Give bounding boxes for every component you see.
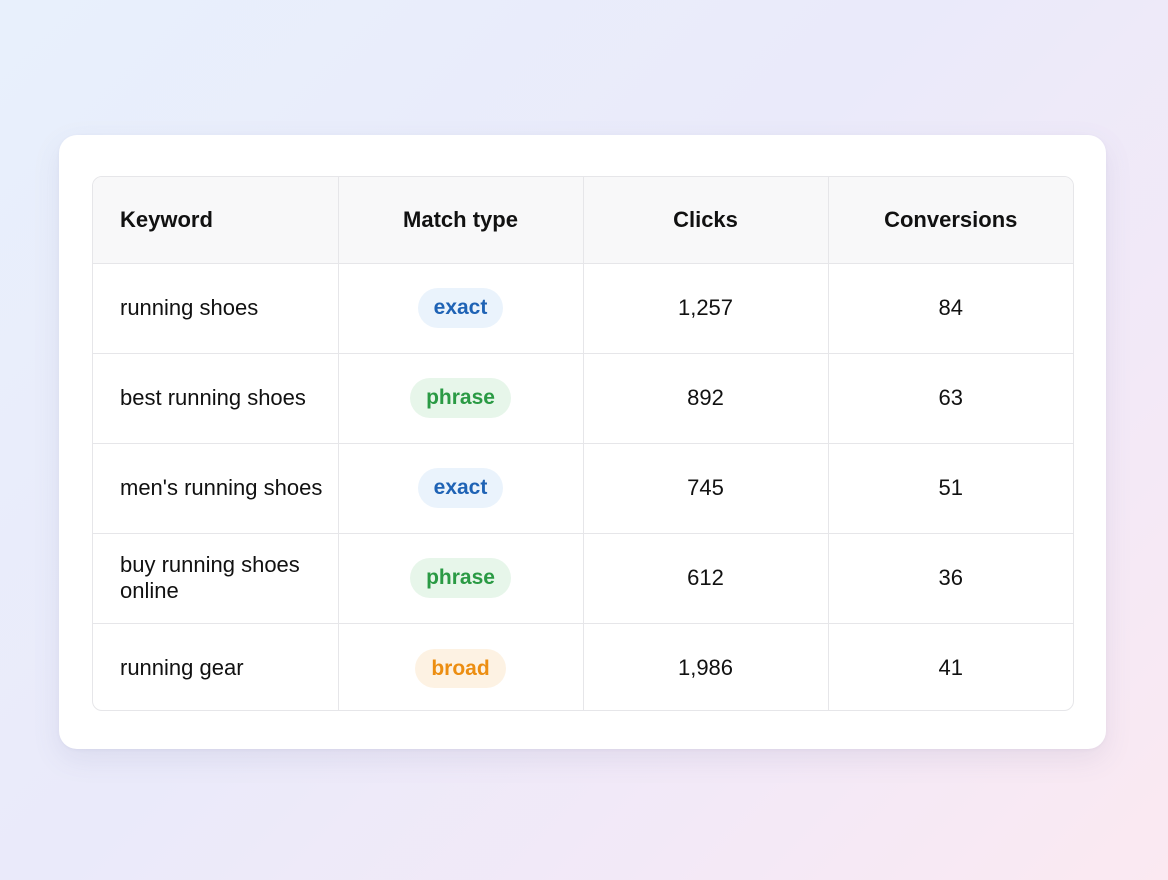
conversions-cell: 41 bbox=[938, 655, 963, 681]
column-header-conversions[interactable]: Conversions bbox=[828, 177, 1073, 264]
keyword-table-container: Keyword Match type Clicks Conversions ru… bbox=[92, 176, 1074, 711]
conversions-cell: 63 bbox=[828, 353, 1073, 444]
match-type-badge: exact bbox=[417, 288, 504, 328]
clicks-cell: 745 bbox=[583, 443, 829, 534]
match-type-cell: broad bbox=[338, 623, 584, 710]
conversions-cell: 84 bbox=[828, 263, 1073, 354]
match-type-cell: exact bbox=[338, 443, 584, 534]
keyword-cell: best running shoes bbox=[93, 353, 339, 444]
clicks-cell: 1,986 bbox=[583, 623, 829, 710]
match-type-cell: phrase bbox=[338, 353, 584, 444]
clicks-cell: 1,257 bbox=[583, 263, 829, 354]
match-type-cell: exact bbox=[338, 263, 584, 354]
table-header: Keyword Match type Clicks Conversions bbox=[93, 177, 1073, 264]
conversions-cell: 51 bbox=[828, 443, 1073, 534]
column-header-match-type[interactable]: Match type bbox=[338, 177, 584, 264]
keyword-cell: running gear bbox=[93, 623, 339, 710]
clicks-cell: 892 bbox=[583, 353, 829, 444]
keyword-cell: men's running shoes bbox=[93, 443, 339, 534]
table-row[interactable]: men's running shoes exact 745 51 bbox=[93, 443, 1073, 534]
match-type-cell: phrase bbox=[338, 533, 584, 624]
clicks-cell: 612 bbox=[583, 533, 829, 624]
header-row: Keyword Match type Clicks Conversions bbox=[93, 177, 1073, 264]
table-row[interactable]: running gear broad 1,986 41 bbox=[93, 623, 1073, 710]
column-header-clicks[interactable]: Clicks bbox=[583, 177, 829, 264]
table-row[interactable]: best running shoes phrase 892 63 bbox=[93, 353, 1073, 444]
match-type-badge: exact bbox=[417, 468, 504, 508]
match-type-badge: broad bbox=[415, 648, 506, 688]
table-row[interactable]: running shoes exact 1,257 84 bbox=[93, 263, 1073, 354]
table-row[interactable]: buy running shoes online phrase 612 36 bbox=[93, 533, 1073, 624]
table-body: running shoes exact 1,257 84 best runnin… bbox=[93, 263, 1073, 710]
match-type-badge: phrase bbox=[410, 558, 511, 598]
column-header-keyword[interactable]: Keyword bbox=[93, 177, 339, 264]
conversions-cell: 36 bbox=[828, 533, 1073, 624]
keyword-cell: running shoes bbox=[93, 263, 339, 354]
keyword-cell: buy running shoes online bbox=[93, 533, 339, 624]
match-type-badge: phrase bbox=[410, 378, 511, 418]
keyword-table: Keyword Match type Clicks Conversions ru… bbox=[93, 177, 1073, 710]
keyword-table-card: Keyword Match type Clicks Conversions ru… bbox=[59, 135, 1106, 749]
